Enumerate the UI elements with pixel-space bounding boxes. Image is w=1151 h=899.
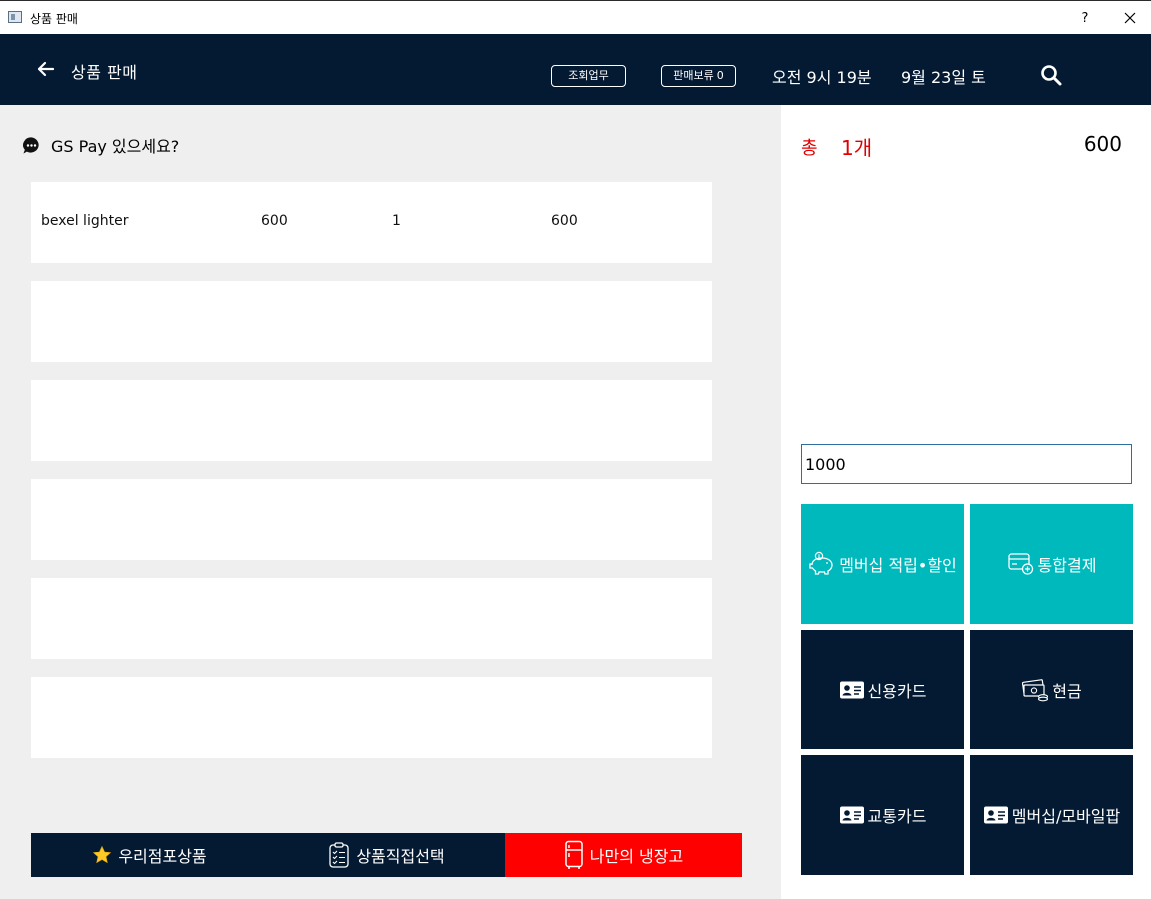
arrow-left-icon <box>37 61 55 77</box>
window-titlebar: 상품 판매 ? <box>0 0 1151 34</box>
current-date: 9월 23일 토 <box>901 68 986 87</box>
table-row[interactable] <box>31 281 712 362</box>
integrated-payment-button[interactable]: 통합결제 <box>970 504 1133 624</box>
total-label: 총 <box>801 138 818 159</box>
refrigerator-icon <box>564 840 584 870</box>
payment-method-grid: 멤버십 적립•할인 통합결제 신용카드 현금 교통카드 멤버십/모바일팝 <box>801 504 1133 875</box>
bottom-tab-bar: 우리점포상품 상품직접선택 나만의 냉장고 <box>31 833 742 877</box>
tab-store-products[interactable]: 우리점포상품 <box>31 833 268 877</box>
piggy-bank-icon <box>808 551 836 577</box>
table-row[interactable] <box>31 578 712 659</box>
search-icon <box>1041 65 1062 86</box>
integrated-payment-label: 통합결제 <box>1037 556 1097 575</box>
credit-card-label: 신용카드 <box>867 681 927 701</box>
item-price: 600 <box>261 213 288 229</box>
sales-hold-count: 0 <box>716 69 724 82</box>
app-window-icon <box>8 11 22 23</box>
transit-card-label: 교통카드 <box>867 807 927 826</box>
tab-store-products-label: 우리점포상품 <box>118 847 207 866</box>
membership-mobile-pay-label: 멤버십/모바일팝 <box>1011 807 1121 826</box>
product-list-panel: GS Pay 있으세요? bexel lighter 600 1 600 우리점… <box>0 105 781 899</box>
id-card-icon <box>983 805 1009 825</box>
id-card-icon <box>839 680 865 700</box>
item-quantity: 1 <box>392 213 401 229</box>
table-row[interactable]: bexel lighter 600 1 600 <box>31 182 712 263</box>
sales-hold-button[interactable]: 판매보류 0 <box>661 65 736 87</box>
membership-discount-label: 멤버십 적립•할인 <box>839 556 957 575</box>
payment-panel: 총 1개 600 멤버십 적립•할인 통합결제 신용카드 현금 <box>781 105 1151 899</box>
tab-my-fridge-label: 나만의 냉장고 <box>589 847 684 866</box>
total-item-count: 1개 <box>841 136 873 160</box>
close-window-button[interactable] <box>1117 8 1143 30</box>
page-title: 상품 판매 <box>71 63 138 82</box>
cash-icon <box>1021 678 1049 702</box>
back-button[interactable] <box>36 59 56 79</box>
item-name: bexel lighter <box>41 213 129 229</box>
credit-card-button[interactable]: 신용카드 <box>801 630 964 749</box>
total-amount: 600 <box>1083 132 1122 156</box>
help-button[interactable]: ? <box>1073 8 1097 30</box>
table-row[interactable] <box>31 677 712 758</box>
current-time: 오전 9시 19분 <box>772 68 872 87</box>
gspay-prompt-text: GS Pay 있으세요? <box>51 137 180 156</box>
clipboard-checklist-icon <box>328 841 350 869</box>
table-row[interactable] <box>31 380 712 461</box>
app-header: 상품 판매 조회업무 판매보류 0 오전 9시 19분 9월 23일 토 <box>0 34 1151 105</box>
sales-hold-label: 판매보류 <box>673 69 714 82</box>
inquiry-button[interactable]: 조회업무 <box>551 65 626 87</box>
tab-my-fridge[interactable]: 나만의 냉장고 <box>505 833 742 877</box>
transit-card-button[interactable]: 교통카드 <box>801 755 964 875</box>
membership-discount-button[interactable]: 멤버십 적립•할인 <box>801 504 964 624</box>
tab-direct-select-label: 상품직접선택 <box>356 847 445 866</box>
card-plus-icon <box>1007 551 1035 577</box>
cash-button[interactable]: 현금 <box>970 630 1133 749</box>
cash-label: 현금 <box>1052 681 1082 701</box>
close-icon <box>1124 12 1136 24</box>
search-button[interactable] <box>1039 63 1063 87</box>
id-card-icon <box>839 805 865 825</box>
chat-bubble-icon <box>23 136 39 154</box>
table-row[interactable] <box>31 479 712 560</box>
membership-mobile-pay-button[interactable]: 멤버십/모바일팝 <box>970 755 1133 875</box>
gspay-prompt[interactable]: GS Pay 있으세요? <box>22 135 180 156</box>
star-icon <box>92 845 112 865</box>
item-amount: 600 <box>551 213 578 229</box>
received-amount-input[interactable] <box>801 444 1132 484</box>
tab-direct-select[interactable]: 상품직접선택 <box>268 833 505 877</box>
window-title: 상품 판매 <box>30 12 78 26</box>
